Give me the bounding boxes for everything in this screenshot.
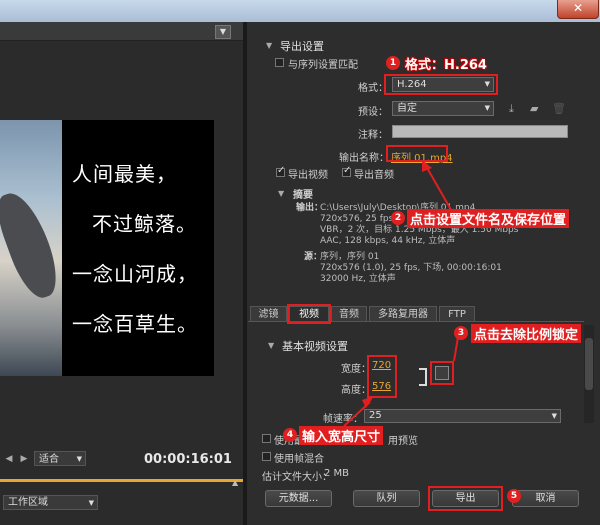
timecode: 00:00:16:01 <box>144 452 232 467</box>
import-preset-icon[interactable]: ▰ <box>530 102 538 115</box>
collapse-triangle-icon[interactable]: ▼ <box>278 189 284 198</box>
panel-menu-icon[interactable]: ▼ <box>215 25 231 39</box>
video-tab-highlight-box <box>287 304 331 324</box>
frame-rate-select[interactable]: 25 ▼ <box>364 409 561 423</box>
tab-audio[interactable]: 音频 <box>331 306 367 322</box>
max-render-checkbox[interactable] <box>262 434 271 443</box>
summary-title: 摘要 <box>293 190 313 201</box>
tab-filters[interactable]: 滤镜 <box>250 306 287 322</box>
estimate-value: 2 MB <box>324 468 350 479</box>
queue-button[interactable]: 队列 <box>353 490 420 507</box>
summary-source-line: 32000 Hz, 立体声 <box>320 274 396 284</box>
annotation-aspect-lock: 点击去除比例锁定 <box>471 324 582 343</box>
poem-line: 一念山河成， <box>72 262 198 286</box>
match-sequence-label: 与序列设置匹配 <box>288 60 358 71</box>
tab-multiplexer[interactable]: 多路复用器 <box>369 306 437 322</box>
collapse-triangle-icon[interactable]: ▼ <box>266 41 272 50</box>
workarea-select[interactable]: 工作区域 ▼ <box>3 495 98 510</box>
fit-select-value: 适合 <box>39 454 59 465</box>
cancel-button[interactable]: 取消 <box>512 490 579 507</box>
comment-input[interactable] <box>392 125 568 138</box>
save-preset-icon[interactable]: ⤓ <box>509 102 514 116</box>
window-title-bar <box>0 0 600 22</box>
export-audio-label: 导出音频 <box>354 170 394 181</box>
poem-line: 不过鲸落。 <box>92 212 197 236</box>
annotation-size: 输入宽高尺寸 <box>299 426 384 445</box>
annotation-format: 格式：H.264 <box>405 58 487 73</box>
preview-image <box>0 120 66 376</box>
export-highlight-box <box>428 486 503 511</box>
format-highlight-box <box>384 74 498 95</box>
export-audio-checkbox[interactable] <box>342 165 351 177</box>
arrow-to-size <box>343 396 374 427</box>
step-back-icon[interactable]: ◀ <box>3 453 15 465</box>
chevron-down-icon: ▼ <box>76 455 82 463</box>
tab-ftp[interactable]: FTP <box>439 306 475 322</box>
summary-output-key: 输出： <box>296 203 324 213</box>
estimate-label: 估计文件大小： <box>262 472 332 483</box>
delete-preset-icon[interactable]: 🗑 <box>552 102 566 115</box>
step-badge: 1 <box>386 56 400 70</box>
preset-select[interactable]: 自定 ▼ <box>392 101 494 116</box>
match-sequence-checkbox[interactable] <box>275 58 284 67</box>
step-badge: 3 <box>454 326 468 340</box>
video-preview: 人间最美， 不过鲸落。 一念山河成， 一念百草生。 <box>0 120 214 376</box>
size-highlight-box <box>367 355 397 398</box>
workarea-select-value: 工作区域 <box>8 497 48 508</box>
timeline-bar[interactable] <box>0 479 243 482</box>
step-badge: 5 <box>507 489 521 503</box>
export-settings-title: 导出设置 <box>280 40 324 53</box>
poem-line: 一念百草生。 <box>72 312 198 336</box>
comment-label: 注释： <box>358 130 388 141</box>
export-video-label: 导出视频 <box>288 170 328 181</box>
chevron-down-icon: ▼ <box>551 412 557 420</box>
step-badge: 2 <box>391 211 405 225</box>
preset-value: 自定 <box>397 103 417 114</box>
whale-figure <box>0 186 66 304</box>
settings-scrollbar-thumb[interactable] <box>585 338 593 390</box>
chevron-down-icon: ▼ <box>88 499 94 507</box>
video-settings-title: 基本视频设置 <box>282 340 348 353</box>
summary-output-line: AAC, 128 kbps, 44 kHz, 立体声 <box>320 236 456 246</box>
frame-blend-checkbox[interactable] <box>262 452 271 461</box>
summary-output-line: 720x576, 25 fps, <box>320 214 397 224</box>
fit-select[interactable]: 适合 ▼ <box>34 451 86 466</box>
summary-source-line: 720x576 (1.0), 25 fps, 下场, 00:00:16:01 <box>320 263 502 273</box>
metadata-button[interactable]: 元数据... <box>265 490 332 507</box>
chevron-down-icon: ▼ <box>484 104 490 112</box>
step-forward-icon[interactable]: ▶ <box>18 453 30 465</box>
aspect-link-bracket <box>419 368 427 386</box>
use-preview-label: 用预览 <box>388 436 418 447</box>
collapse-triangle-icon[interactable]: ▼ <box>268 341 274 350</box>
timeline-end-marker[interactable]: ▲ <box>232 478 242 488</box>
annotation-output-name: 点击设置文件名及保存位置 <box>407 209 570 228</box>
output-name-label: 输出名称： <box>339 153 389 164</box>
poem-line: 人间最美， <box>72 162 177 186</box>
preset-label: 预设： <box>358 107 388 118</box>
close-button[interactable]: ✕ <box>557 0 599 19</box>
export-video-checkbox[interactable] <box>276 165 285 177</box>
frame-blend-label: 使用帧混合 <box>274 454 324 465</box>
preview-toolbar <box>0 22 243 41</box>
step-badge: 4 <box>283 428 297 442</box>
summary-source-line: 序列，序列 01 <box>320 252 380 262</box>
